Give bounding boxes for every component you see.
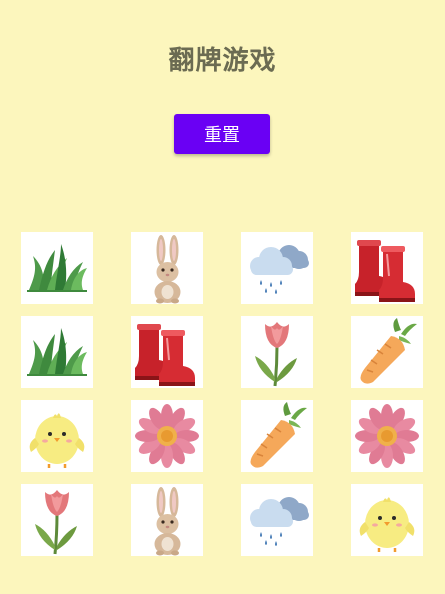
flower-icon xyxy=(135,404,199,468)
carrot-icon xyxy=(250,402,307,468)
card-3[interactable] xyxy=(241,232,313,304)
card-13[interactable] xyxy=(21,484,93,556)
card-16[interactable] xyxy=(351,484,423,556)
boots-icon xyxy=(355,240,415,302)
card-10[interactable] xyxy=(131,400,203,472)
card-2[interactable] xyxy=(131,232,203,304)
card-5[interactable] xyxy=(21,316,93,388)
card-12[interactable] xyxy=(351,400,423,472)
card-15[interactable] xyxy=(241,484,313,556)
grass-icon xyxy=(27,244,87,292)
card-grid xyxy=(21,232,423,556)
carrot-icon xyxy=(360,318,417,384)
card-6[interactable] xyxy=(131,316,203,388)
tulip-icon xyxy=(35,490,77,555)
rabbit-icon xyxy=(154,235,181,304)
boots-icon xyxy=(135,324,195,386)
card-1[interactable] xyxy=(21,232,93,304)
card-4[interactable] xyxy=(351,232,423,304)
page-title: 翻牌游戏 xyxy=(168,46,277,76)
card-9[interactable] xyxy=(21,400,93,472)
card-11[interactable] xyxy=(241,400,313,472)
chick-icon xyxy=(29,413,85,468)
card-14[interactable] xyxy=(131,484,203,556)
grass-icon xyxy=(27,328,87,376)
rabbit-icon xyxy=(154,487,181,556)
tulip-icon xyxy=(255,322,297,387)
card-8[interactable] xyxy=(351,316,423,388)
rain-cloud-icon xyxy=(250,245,309,294)
chick-icon xyxy=(359,497,415,552)
flower-icon xyxy=(355,404,419,468)
card-7[interactable] xyxy=(241,316,313,388)
rain-cloud-icon xyxy=(250,497,309,546)
reset-button[interactable]: 重置 xyxy=(174,114,270,154)
